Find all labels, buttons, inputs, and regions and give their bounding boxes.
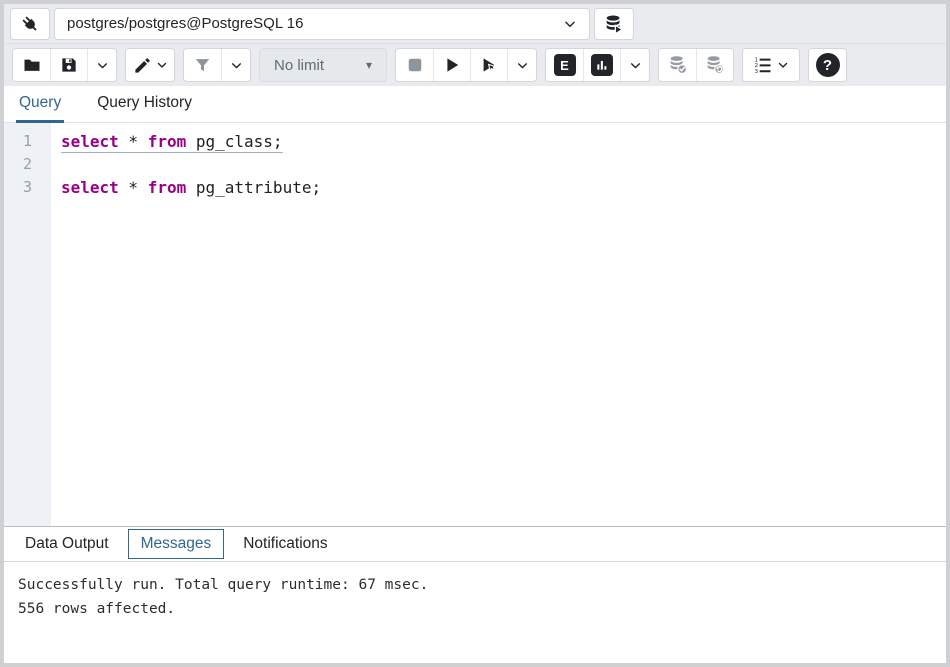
save-button[interactable] (50, 49, 87, 81)
execute-options-icon (479, 55, 499, 75)
edit-icon (133, 56, 152, 75)
execute-button-group (395, 48, 537, 82)
filter-icon (193, 56, 212, 75)
explain-button-group: E (545, 48, 650, 82)
sql-editor[interactable]: 123 select * from pg_class; select * fro… (4, 123, 946, 526)
line-number: 1 (4, 130, 51, 153)
filter-button-group (183, 48, 251, 82)
filter-button[interactable] (184, 49, 221, 81)
connection-status-button[interactable] (10, 8, 50, 40)
plug-icon (19, 13, 41, 35)
line-number-gutter: 123 (4, 123, 51, 526)
save-icon (59, 55, 79, 75)
macros-button[interactable]: 1 2 3 (743, 49, 799, 81)
new-connection-button[interactable] (594, 8, 634, 40)
row-limit-caret-icon: ▾ (366, 58, 372, 72)
macros-button-group: 1 2 3 (742, 48, 800, 82)
macros-icon: 1 2 3 (753, 55, 773, 75)
rollback-button[interactable] (696, 49, 733, 81)
editor-tab-bar: Query Query History (4, 86, 946, 123)
message-line: 556 rows affected. (18, 597, 932, 621)
connection-select-value: postgres/postgres@PostgreSQL 16 (67, 15, 303, 32)
stop-button[interactable] (396, 49, 433, 81)
execute-dropdown-button[interactable] (507, 49, 536, 81)
filter-options-button[interactable] (221, 49, 250, 81)
explain-chevron-icon (629, 59, 642, 72)
explain-analyze-icon (591, 54, 613, 76)
filter-chevron-icon (230, 59, 243, 72)
connection-chevron-icon (563, 17, 577, 31)
execute-current-button[interactable] (470, 49, 507, 81)
execute-icon (442, 55, 462, 75)
tab-messages[interactable]: Messages (128, 529, 225, 559)
tab-notifications[interactable]: Notifications (236, 529, 334, 559)
toolbar: No limit ▾ (4, 44, 946, 86)
explain-analyze-button[interactable] (583, 49, 620, 81)
open-file-icon (22, 55, 42, 75)
help-button[interactable]: ? (809, 49, 846, 81)
execute-button[interactable] (433, 49, 470, 81)
file-button-group (12, 48, 117, 82)
line-number: 2 (4, 153, 51, 176)
edit-button[interactable] (126, 49, 174, 81)
code-lines[interactable]: select * from pg_class; select * from pg… (51, 123, 946, 526)
stop-icon (405, 55, 425, 75)
explain-button[interactable]: E (546, 49, 583, 81)
row-limit-value: No limit (274, 57, 324, 74)
help-button-group: ? (808, 48, 847, 82)
explain-icon: E (554, 54, 576, 76)
edit-button-group (125, 48, 175, 82)
line-number: 3 (4, 176, 51, 199)
code-line[interactable]: select * from pg_class; (61, 130, 946, 153)
commit-button[interactable] (659, 49, 696, 81)
messages-content: Successfully run. Total query runtime: 6… (4, 562, 946, 663)
tab-query-history[interactable]: Query History (94, 86, 195, 123)
tab-query[interactable]: Query (16, 86, 64, 123)
rollback-icon (704, 54, 726, 76)
code-line[interactable] (61, 153, 946, 176)
code-line[interactable]: select * from pg_attribute; (61, 176, 946, 199)
save-options-button[interactable] (87, 49, 116, 81)
help-icon: ? (816, 53, 840, 77)
open-file-button[interactable] (13, 49, 50, 81)
row-limit-select[interactable]: No limit ▾ (259, 48, 387, 82)
explain-dropdown-button[interactable] (620, 49, 649, 81)
database-new-icon (603, 13, 625, 35)
commit-icon (667, 54, 689, 76)
transaction-button-group (658, 48, 734, 82)
edit-chevron-icon (156, 59, 168, 71)
message-line: Successfully run. Total query runtime: 6… (18, 573, 932, 597)
connection-select[interactable]: postgres/postgres@PostgreSQL 16 (54, 8, 590, 40)
output-panel: Data Output Messages Notifications Succe… (4, 526, 946, 663)
svg-text:3: 3 (755, 69, 758, 75)
connection-bar: postgres/postgres@PostgreSQL 16 (4, 4, 946, 44)
output-tab-bar: Data Output Messages Notifications (4, 527, 946, 562)
execute-chevron-icon (516, 59, 529, 72)
tab-data-output[interactable]: Data Output (18, 529, 116, 559)
save-chevron-icon (96, 59, 109, 72)
macros-chevron-icon (777, 59, 789, 71)
query-tool-window: postgres/postgres@PostgreSQL 16 (0, 0, 950, 667)
